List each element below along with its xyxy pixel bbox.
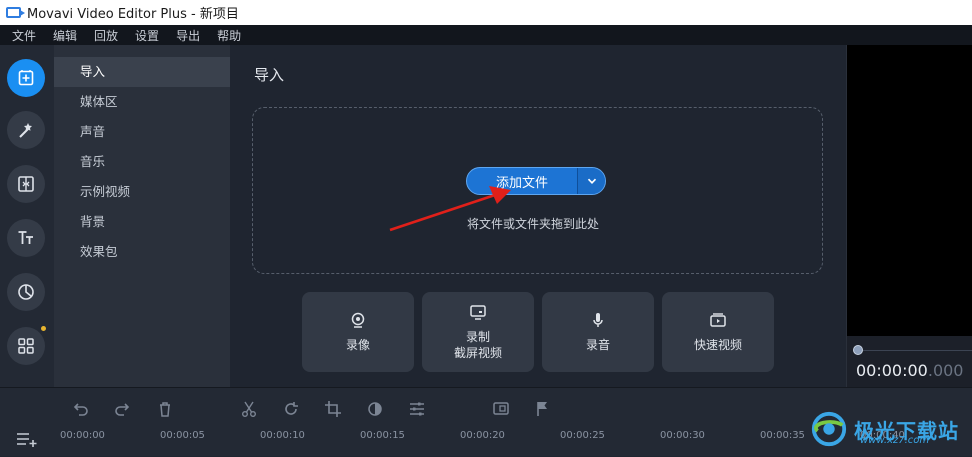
rail-transitions-button[interactable] bbox=[7, 165, 45, 203]
category-sounds[interactable]: 声音 bbox=[54, 117, 230, 147]
menu-playback[interactable]: 回放 bbox=[94, 27, 118, 44]
rotate-button[interactable] bbox=[281, 399, 301, 419]
timecode-main: 00:00:00 bbox=[856, 361, 928, 380]
menu-settings[interactable]: 设置 bbox=[135, 27, 159, 44]
transition-icon bbox=[18, 176, 34, 192]
rail-import-button[interactable] bbox=[7, 59, 45, 97]
rail-more-tools-button[interactable] bbox=[7, 327, 45, 365]
clip-properties-button[interactable] bbox=[407, 399, 427, 419]
undo-icon bbox=[73, 403, 88, 416]
preview-panel: 00:00:00.000 bbox=[846, 45, 972, 387]
import-panel: 导入 添加文件 将文件或文件夹拖到此处 录像 录制 截屏视频 录音 快速视频 bbox=[230, 45, 846, 387]
page-title: 导入 bbox=[254, 66, 285, 84]
titles-text-icon bbox=[18, 231, 33, 244]
movavi-camera-icon bbox=[6, 7, 25, 18]
rail-filters-button[interactable] bbox=[7, 111, 45, 149]
more-tools-grid-icon bbox=[18, 338, 34, 354]
menu-export[interactable]: 导出 bbox=[176, 27, 200, 44]
redo-button[interactable] bbox=[113, 399, 133, 419]
screen-capture-tile[interactable]: 录制 截屏视频 bbox=[422, 292, 534, 372]
site-watermark: 极光下载站 www.xz7.com bbox=[810, 402, 972, 456]
delete-button[interactable] bbox=[155, 399, 175, 419]
properties-icon bbox=[410, 402, 424, 416]
timecode-ms: .000 bbox=[927, 361, 964, 380]
cut-button[interactable] bbox=[239, 399, 259, 419]
menu-edit[interactable]: 编辑 bbox=[53, 27, 77, 44]
add-track-icon[interactable] bbox=[16, 430, 38, 448]
quick-video-label: 快速视频 bbox=[693, 338, 742, 352]
category-music[interactable]: 音乐 bbox=[54, 147, 230, 177]
record-audio-label: 录音 bbox=[585, 338, 610, 352]
watermark-url: www.xz7.com bbox=[860, 435, 930, 446]
ruler-label: 00:00:25 bbox=[560, 430, 605, 441]
add-files-dropdown[interactable] bbox=[577, 168, 605, 194]
quick-video-tile[interactable]: 快速视频 bbox=[662, 292, 774, 372]
menu-bar: 文件 编辑 回放 设置 导出 帮助 bbox=[0, 25, 972, 45]
cut-icon bbox=[242, 401, 256, 417]
add-marker-button[interactable] bbox=[533, 399, 553, 419]
category-sample-videos[interactable]: 示例视频 bbox=[54, 177, 230, 207]
ruler-label: 00:00:30 bbox=[660, 430, 705, 441]
screen-capture-label: 录制 截屏视频 bbox=[454, 329, 502, 361]
color-adjust-icon bbox=[368, 402, 382, 416]
microphone-icon bbox=[593, 313, 603, 327]
webcam-icon bbox=[351, 312, 365, 328]
tool-rail bbox=[0, 45, 54, 387]
ruler-label: 00:00:20 bbox=[460, 430, 505, 441]
category-backgrounds[interactable]: 背景 bbox=[54, 207, 230, 237]
marker-flag-icon bbox=[537, 402, 547, 416]
menu-file[interactable]: 文件 bbox=[12, 27, 36, 44]
ruler-label: 00:00:35 bbox=[760, 430, 805, 441]
category-effect-packs[interactable]: 效果包 bbox=[54, 237, 230, 267]
ruler-label: 00:00:15 bbox=[360, 430, 405, 441]
ruler-label: 00:00:00 bbox=[60, 430, 105, 441]
notification-dot bbox=[41, 326, 46, 331]
playback-scrub-handle[interactable] bbox=[853, 345, 863, 355]
record-audio-tile[interactable]: 录音 bbox=[542, 292, 654, 372]
category-media-bin[interactable]: 媒体区 bbox=[54, 87, 230, 117]
delete-icon bbox=[160, 402, 170, 417]
record-video-tile[interactable]: 录像 bbox=[302, 292, 414, 372]
ruler-label: 00:00:05 bbox=[160, 430, 205, 441]
record-video-label: 录像 bbox=[345, 338, 370, 352]
add-files-button[interactable]: 添加文件 bbox=[466, 167, 606, 195]
ruler-label: 00:00:10 bbox=[260, 430, 305, 441]
drop-hint: 将文件或文件夹拖到此处 bbox=[467, 217, 600, 231]
window-title: Movavi Video Editor Plus - 新项目 bbox=[27, 7, 239, 22]
redo-icon bbox=[115, 403, 130, 416]
import-plus-icon bbox=[18, 70, 34, 86]
stickers-icon bbox=[18, 284, 34, 300]
watermark-logo-icon bbox=[811, 411, 847, 447]
add-files-label[interactable]: 添加文件 bbox=[467, 168, 577, 194]
capture-tiles: 录像 录制 截屏视频 录音 快速视频 bbox=[302, 292, 774, 372]
title-bar: Movavi Video Editor Plus - 新项目 bbox=[0, 0, 972, 25]
menu-help[interactable]: 帮助 bbox=[217, 27, 241, 44]
import-category-list: 导入 媒体区 声音 音乐 示例视频 背景 效果包 bbox=[54, 45, 230, 387]
undo-button[interactable] bbox=[70, 399, 90, 419]
magic-wand-icon bbox=[19, 123, 32, 138]
rail-titles-button[interactable] bbox=[7, 219, 45, 257]
color-adjust-button[interactable] bbox=[365, 399, 385, 419]
rotate-icon bbox=[285, 402, 298, 415]
timecode: 00:00:00.000 bbox=[856, 361, 963, 380]
playback-scrub-track[interactable] bbox=[863, 350, 972, 351]
crop-button[interactable] bbox=[323, 399, 343, 419]
chevron-down-icon bbox=[587, 178, 596, 185]
screen-capture-label-text: 录制 截屏视频 bbox=[453, 330, 502, 360]
crop-icon bbox=[325, 401, 341, 417]
category-import[interactable]: 导入 bbox=[54, 57, 230, 87]
split-screen-button[interactable] bbox=[491, 399, 511, 419]
quick-video-icon bbox=[710, 313, 726, 327]
screen-record-icon bbox=[470, 305, 486, 320]
split-screen-icon bbox=[493, 402, 509, 415]
rail-stickers-button[interactable] bbox=[7, 273, 45, 311]
